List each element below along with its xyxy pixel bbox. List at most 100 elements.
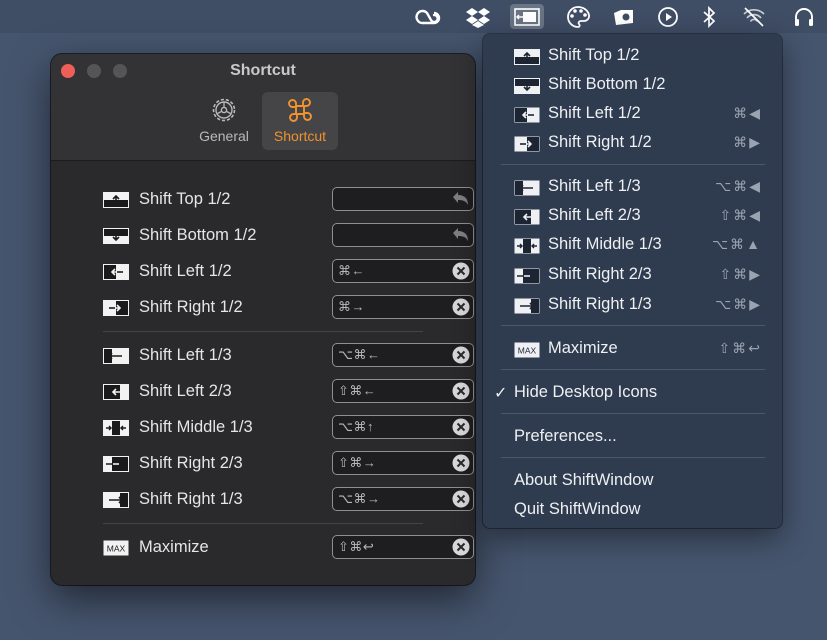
menu-item-label: About ShiftWindow xyxy=(514,471,654,489)
section-divider xyxy=(103,523,423,524)
clear-shortcut-icon[interactable] xyxy=(452,418,470,441)
shortcut-recorder-maximize[interactable]: ⇧⌘↩ xyxy=(332,535,474,559)
shortcut-label: Shift Left 1/2 xyxy=(139,262,232,280)
shiftwindow-icon[interactable] xyxy=(510,4,544,29)
clear-shortcut-icon[interactable] xyxy=(452,346,470,369)
shortcut-recorder-shift-right-third[interactable]: ⌥⌘→ xyxy=(332,487,474,511)
shortcut-label: Shift Right 2/3 xyxy=(139,454,243,472)
dropbox-icon[interactable] xyxy=(461,4,495,29)
menu-item-label: Shift Left 1/3 xyxy=(548,177,641,195)
menu-item-label: Shift Bottom 1/2 xyxy=(548,75,666,93)
clear-shortcut-icon[interactable] xyxy=(452,454,470,477)
shortcut-row-shift-bottom-half: Shift Bottom 1/2 xyxy=(103,223,474,249)
tab-shortcut[interactable]: Shortcut xyxy=(262,92,338,150)
shift-left-third-icon xyxy=(514,180,540,201)
menu-item-shortcut: ⌥⌘▶ xyxy=(715,296,762,312)
shortcut-recorder-shift-right-two-thirds[interactable]: ⇧⌘→ xyxy=(332,451,474,475)
menu-item-shift-right-half[interactable]: Shift Right 1/2 ⌘▶ xyxy=(483,130,782,156)
menu-item-label: Shift Right 1/3 xyxy=(548,295,652,313)
menu-separator xyxy=(501,325,765,326)
shift-top-half-icon xyxy=(103,192,129,213)
shortcut-row-shift-middle-third: Shift Middle 1/3 ⌥⌘↑ xyxy=(103,415,474,441)
shiftwindow-status-menu: Shift Top 1/2 Shift Bottom 1/2 Shift Lef… xyxy=(483,34,782,528)
menu-item-shift-right-two-thirds[interactable]: Shift Right 2/3 ⇧⌘▶ xyxy=(483,262,782,288)
shift-right-third-icon xyxy=(514,298,540,319)
palette-icon[interactable] xyxy=(561,4,595,29)
menu-item-label: Shift Right 1/2 xyxy=(548,133,652,151)
maximize-icon: MAX xyxy=(514,342,540,363)
shortcut-recorder-shift-left-third[interactable]: ⌥⌘← xyxy=(332,343,474,367)
menu-item-shortcut: ⌘◀ xyxy=(733,105,762,121)
undo-icon[interactable] xyxy=(451,191,469,212)
menu-item-shift-left-half[interactable]: Shift Left 1/2 ⌘◀ xyxy=(483,101,782,127)
shift-right-half-icon xyxy=(514,136,540,157)
headphones-icon[interactable] xyxy=(787,4,821,29)
menu-item-shift-left-two-thirds[interactable]: Shift Left 2/3 ⇧⌘◀ xyxy=(483,203,782,229)
shortcut-row-shift-top-half: Shift Top 1/2 xyxy=(103,187,474,213)
shortcut-keys: ⌘← xyxy=(338,263,365,278)
shortcut-label: Shift Left 2/3 xyxy=(139,382,232,400)
menu-item-maximize[interactable]: MAX Maximize ⇧⌘↩ xyxy=(483,336,782,362)
shift-bottom-half-icon xyxy=(514,78,540,99)
shortcut-recorder-shift-bottom-half[interactable] xyxy=(332,223,474,247)
menu-item-label: Preferences... xyxy=(514,427,617,445)
shortcut-keys: ⇧⌘↩ xyxy=(338,539,375,554)
menu-item-shift-top-half[interactable]: Shift Top 1/2 xyxy=(483,43,782,69)
shortcut-row-shift-right-two-thirds: Shift Right 2/3 ⇧⌘→ xyxy=(103,451,474,477)
wifi-off-icon[interactable] xyxy=(737,4,771,29)
shortcut-recorder-shift-left-half[interactable]: ⌘← xyxy=(332,259,474,283)
menu-item-quit[interactable]: Quit ShiftWindow xyxy=(483,497,782,523)
menu-item-preferences[interactable]: Preferences... xyxy=(483,424,782,450)
shift-middle-third-icon xyxy=(103,420,129,441)
shortcut-recorder-shift-top-half[interactable] xyxy=(332,187,474,211)
menu-item-label: Shift Left 1/2 xyxy=(548,104,641,122)
menu-item-shift-right-third[interactable]: Shift Right 1/3 ⌥⌘▶ xyxy=(483,292,782,318)
camera-icon[interactable] xyxy=(607,4,641,29)
menu-item-hide-desktop-icons[interactable]: ✓ Hide Desktop Icons xyxy=(483,380,782,406)
menu-bar xyxy=(0,0,827,33)
shortcut-recorder-shift-right-half[interactable]: ⌘→ xyxy=(332,295,474,319)
shift-left-third-icon xyxy=(103,348,129,369)
shift-middle-third-icon xyxy=(514,238,540,259)
shortcut-label: Shift Middle 1/3 xyxy=(139,418,253,436)
menu-item-shift-middle-third[interactable]: Shift Middle 1/3 ⌥⌘▲ xyxy=(483,232,782,258)
shortcut-recorder-shift-middle-third[interactable]: ⌥⌘↑ xyxy=(332,415,474,439)
clear-shortcut-icon[interactable] xyxy=(452,490,470,513)
shift-left-half-icon xyxy=(103,264,129,285)
menu-separator xyxy=(501,164,765,165)
clear-shortcut-icon[interactable] xyxy=(452,538,470,561)
shortcut-label: Maximize xyxy=(139,538,209,556)
menu-item-label: Shift Top 1/2 xyxy=(548,46,640,64)
shortcut-row-shift-right-half: Shift Right 1/2 ⌘→ xyxy=(103,295,474,321)
shift-right-two-thirds-icon xyxy=(514,268,540,289)
maximize-icon: MAX xyxy=(103,540,129,561)
menu-item-shift-left-third[interactable]: Shift Left 1/3 ⌥⌘◀ xyxy=(483,174,782,200)
shortcut-label: Shift Right 1/3 xyxy=(139,490,243,508)
checkmark-icon: ✓ xyxy=(494,385,508,402)
clear-shortcut-icon[interactable] xyxy=(452,382,470,405)
menu-item-about[interactable]: About ShiftWindow xyxy=(483,468,782,494)
shortcut-keys: ⇧⌘← xyxy=(338,383,377,398)
clear-shortcut-icon[interactable] xyxy=(452,262,470,285)
shift-left-half-icon xyxy=(514,107,540,128)
creative-cloud-icon[interactable] xyxy=(411,4,445,29)
shift-right-third-icon xyxy=(103,492,129,513)
play-icon[interactable] xyxy=(651,4,685,29)
max-badge-text: MAX xyxy=(107,544,126,554)
shortcut-keys: ⇧⌘→ xyxy=(338,455,377,470)
shift-right-half-icon xyxy=(103,300,129,321)
menu-item-label: Quit ShiftWindow xyxy=(514,500,641,518)
shift-left-two-thirds-icon xyxy=(103,384,129,405)
tab-general[interactable]: General xyxy=(186,92,262,150)
max-badge-text: MAX xyxy=(518,346,537,356)
menu-separator xyxy=(501,369,765,370)
shortcut-recorder-shift-left-two-thirds[interactable]: ⇧⌘← xyxy=(332,379,474,403)
tab-general-label: General xyxy=(199,128,249,144)
bluetooth-icon[interactable] xyxy=(692,4,726,29)
shortcut-row-maximize: MAX Maximize ⇧⌘↩ xyxy=(103,535,474,561)
clear-shortcut-icon[interactable] xyxy=(452,298,470,321)
menu-item-shortcut: ⌘▶ xyxy=(733,134,762,150)
undo-icon[interactable] xyxy=(451,227,469,248)
menu-item-shift-bottom-half[interactable]: Shift Bottom 1/2 xyxy=(483,72,782,98)
window-title: Shortcut xyxy=(230,62,296,79)
